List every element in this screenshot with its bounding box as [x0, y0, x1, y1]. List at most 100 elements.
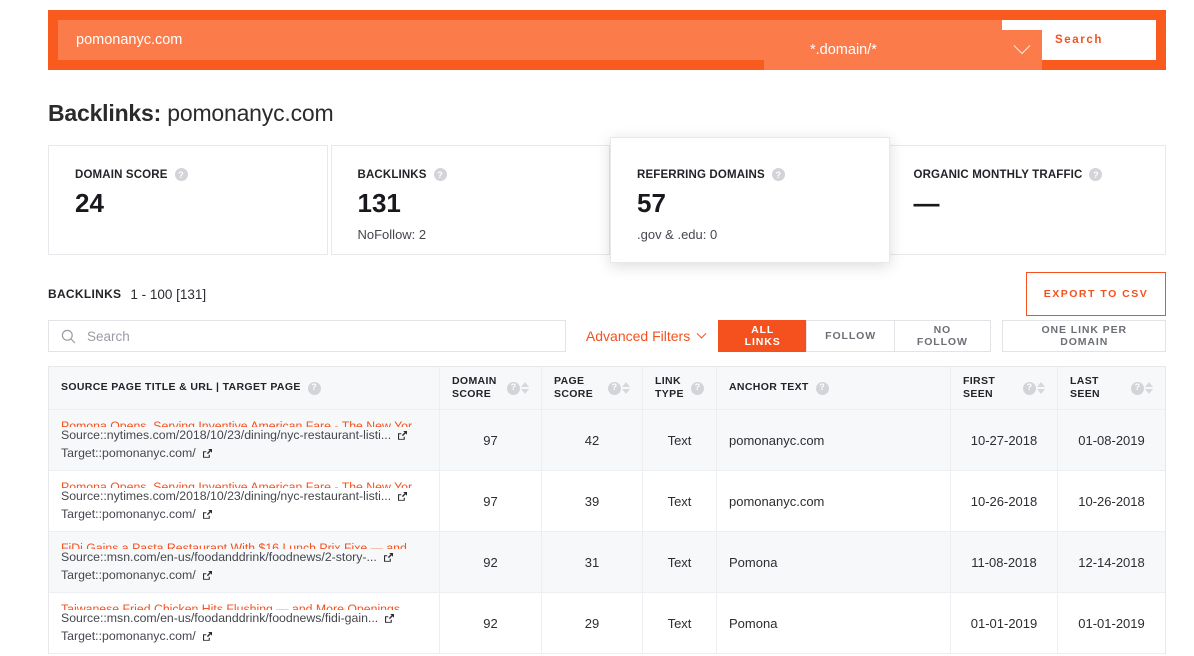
- cell-source-page: Pomona Opens, Serving Inventive American…: [49, 410, 440, 470]
- cell-first-seen: 10-26-2018: [951, 471, 1058, 531]
- external-link-icon[interactable]: [202, 631, 213, 642]
- export-to-csv-button[interactable]: EXPORT TO CSV: [1026, 272, 1166, 316]
- sort-toggle-icon[interactable]: [1144, 382, 1153, 394]
- source-page-title-link[interactable]: Pomona Opens, Serving Inventive American…: [61, 479, 428, 488]
- filter-all-links[interactable]: ALL LINKS: [718, 320, 808, 352]
- column-header-page-score[interactable]: PAGE SCORE ?: [542, 367, 643, 409]
- source-url: msn.com/en-us/foodanddrink/foodnews/fidi…: [106, 611, 379, 626]
- search-mode-select[interactable]: *.domain/*: [764, 30, 1042, 70]
- target-url-line: Target:: pomonanyc.com/: [61, 628, 213, 645]
- source-page-title-link[interactable]: Taiwanese Fried Chicken Hits Flushing — …: [61, 601, 400, 610]
- column-label: PAGE SCORE: [554, 374, 594, 400]
- sort-toggle-icon[interactable]: [520, 382, 529, 394]
- external-link-icon[interactable]: [202, 570, 213, 581]
- help-icon[interactable]: ?: [307, 381, 321, 395]
- column-header-domain-score[interactable]: DOMAIN SCORE ?: [440, 367, 542, 409]
- cell-anchor-text: Pomona: [717, 593, 951, 653]
- backlinks-table: SOURCE PAGE TITLE & URL | TARGET PAGE ? …: [48, 366, 1166, 654]
- column-label: LAST SEEN: [1070, 374, 1100, 400]
- page-title-value: pomonanyc.com: [167, 100, 334, 126]
- table-search-input[interactable]: [85, 327, 553, 345]
- metric-card-organic-monthly-traffic: ORGANIC MONTHLY TRAFFIC ? —: [886, 145, 1166, 255]
- cell-domain-score: 92: [440, 593, 542, 653]
- metric-subvalue: .gov & .edu: 0: [637, 227, 718, 242]
- search-bar: *.domain/* Search: [48, 10, 1166, 70]
- source-url-line: Source:: msn.com/en-us/foodanddrink/food…: [61, 549, 394, 566]
- table-row[interactable]: FiDi Gains a Pasta Restaurant With $16 L…: [49, 532, 1165, 593]
- cell-page-score: 39: [542, 471, 643, 531]
- table-search-box[interactable]: [48, 320, 566, 352]
- sort-toggle-icon[interactable]: [621, 382, 630, 394]
- target-url: pomonanyc.com/: [102, 445, 196, 460]
- search-icon: [61, 329, 76, 343]
- column-header-last-seen[interactable]: LAST SEEN ?: [1058, 367, 1165, 409]
- help-icon[interactable]: ?: [1089, 168, 1103, 181]
- cell-first-seen: 11-08-2018: [951, 532, 1058, 592]
- column-header-first-seen[interactable]: FIRST SEEN ?: [951, 367, 1058, 409]
- column-label: FIRST SEEN: [963, 374, 996, 400]
- source-page-title-link[interactable]: Pomona Opens, Serving Inventive American…: [61, 418, 428, 427]
- external-link-icon[interactable]: [202, 448, 213, 459]
- source-prefix: Source::: [61, 428, 107, 443]
- help-icon[interactable]: ?: [174, 168, 188, 181]
- source-page-title-link[interactable]: FiDi Gains a Pasta Restaurant With $16 L…: [61, 540, 428, 549]
- external-link-icon[interactable]: [384, 613, 395, 624]
- metric-subvalue: NoFollow: 2: [357, 227, 427, 242]
- source-url: msn.com/en-us/foodanddrink/foodnews/2-st…: [106, 550, 377, 565]
- metric-value: 57: [637, 188, 666, 218]
- cell-last-seen: 01-08-2019: [1078, 432, 1145, 448]
- filter-follow[interactable]: FOLLOW: [806, 320, 896, 352]
- help-icon[interactable]: ?: [1023, 381, 1036, 395]
- cell-page-score: 29: [542, 593, 643, 653]
- metric-label: ORGANIC MONTHLY TRAFFIC: [913, 168, 1083, 181]
- chevron-down-icon: [1013, 37, 1031, 55]
- external-link-icon[interactable]: [397, 430, 408, 441]
- source-prefix: Source::: [61, 550, 107, 565]
- help-icon[interactable]: ?: [507, 381, 520, 395]
- chevron-down-icon: [696, 328, 707, 339]
- metric-value: 24: [75, 188, 104, 218]
- cell-anchor-text: pomonanyc.com: [717, 410, 951, 470]
- source-url-line: Source:: nytimes.com/2018/10/23/dining/n…: [61, 427, 408, 444]
- table-row[interactable]: Taiwanese Fried Chicken Hits Flushing — …: [49, 593, 1165, 654]
- help-icon[interactable]: ?: [815, 381, 829, 395]
- help-icon[interactable]: ?: [433, 168, 447, 181]
- source-prefix: Source::: [61, 489, 107, 504]
- column-label: DOMAIN SCORE: [452, 374, 497, 400]
- cell-last-seen: 01-01-2019: [1078, 615, 1145, 631]
- backlinks-summary-bar: BACKLINKS 1 - 100 [131] EXPORT TO CSV: [48, 272, 1166, 316]
- advanced-filters-toggle[interactable]: Advanced Filters: [585, 320, 707, 352]
- table-row[interactable]: Pomona Opens, Serving Inventive American…: [49, 410, 1165, 471]
- sort-toggle-icon[interactable]: [1036, 382, 1045, 394]
- target-url-line: Target:: pomonanyc.com/: [61, 567, 213, 584]
- external-link-icon[interactable]: [202, 509, 213, 520]
- target-prefix: Target::: [61, 567, 103, 582]
- help-icon[interactable]: ?: [771, 168, 785, 181]
- column-header-source-page: SOURCE PAGE TITLE & URL | TARGET PAGE ?: [49, 367, 440, 409]
- search-mode-value: *.domain/*: [810, 42, 877, 58]
- metric-label: BACKLINKS: [357, 168, 427, 181]
- page-title-label: Backlinks:: [48, 100, 162, 126]
- table-row[interactable]: Pomona Opens, Serving Inventive American…: [49, 471, 1165, 532]
- metric-card-header: DOMAIN SCORE ?: [75, 168, 301, 181]
- target-prefix: Target::: [61, 506, 103, 521]
- metric-label: REFERRING DOMAINS: [637, 168, 765, 181]
- filter-one-link-per-domain[interactable]: ONE LINK PER DOMAIN: [1002, 320, 1166, 352]
- external-link-icon[interactable]: [383, 552, 394, 563]
- help-icon[interactable]: ?: [608, 381, 621, 395]
- help-icon[interactable]: ?: [691, 381, 704, 395]
- metric-card-header: REFERRING DOMAINS ?: [637, 168, 863, 181]
- column-label: ANCHOR TEXT: [729, 381, 809, 394]
- source-url: nytimes.com/2018/10/23/dining/nyc-restau…: [106, 489, 392, 504]
- external-link-icon[interactable]: [397, 491, 408, 502]
- metric-value: —: [913, 188, 940, 218]
- cell-link-type: Text: [643, 532, 717, 592]
- cell-page-score: 42: [542, 410, 643, 470]
- cell-anchor-text: pomonanyc.com: [717, 471, 951, 531]
- advanced-filters-label: Advanced Filters: [585, 328, 691, 344]
- cell-domain-score: 97: [440, 471, 542, 531]
- help-icon[interactable]: ?: [1131, 381, 1144, 395]
- column-label: LINK TYPE: [655, 374, 684, 400]
- filter-toolbar: Advanced Filters ALL LINKS FOLLOW NO FOL…: [48, 320, 1166, 352]
- filter-no-follow[interactable]: NO FOLLOW: [894, 320, 991, 352]
